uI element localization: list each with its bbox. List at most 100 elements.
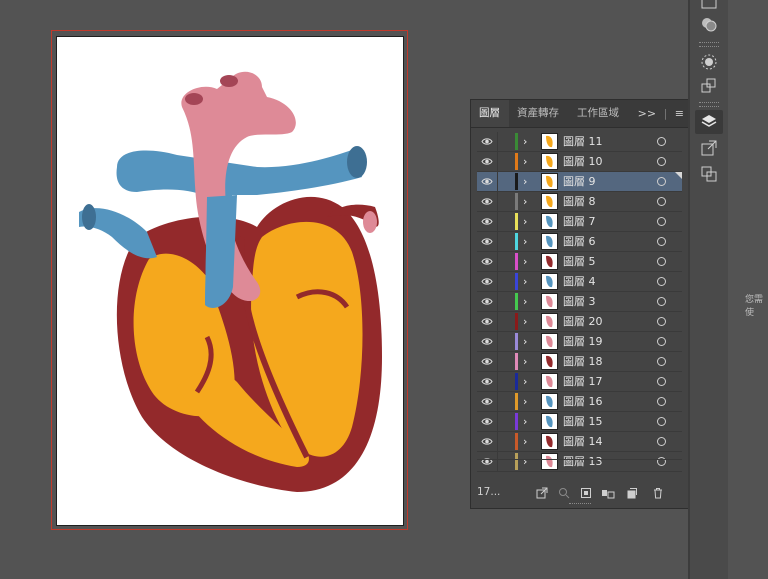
layer-row[interactable]: › 圖層 3	[477, 292, 682, 312]
layer-row[interactable]: › 圖層 15	[477, 412, 682, 432]
new-sublayer-icon[interactable]	[601, 486, 615, 500]
visibility-eye-icon[interactable]	[481, 196, 493, 207]
visibility-eye-icon[interactable]	[481, 236, 493, 247]
target-circle-icon[interactable]	[657, 417, 666, 426]
tab-asset-export[interactable]: 資產轉存	[509, 100, 569, 127]
layer-name[interactable]: 圖層 7	[563, 212, 596, 231]
locate-object-icon[interactable]	[557, 486, 571, 500]
lock-toggle[interactable]	[497, 372, 510, 391]
expand-chevron-icon[interactable]: ›	[523, 152, 527, 171]
layer-name[interactable]: 圖層 10	[563, 152, 603, 171]
layer-name[interactable]: 圖層 19	[563, 332, 603, 351]
visibility-eye-icon[interactable]	[481, 256, 493, 267]
layer-name[interactable]: 圖層 18	[563, 352, 603, 371]
dock-transform-icon[interactable]	[699, 76, 719, 96]
expand-chevron-icon[interactable]: ›	[523, 372, 527, 391]
visibility-eye-icon[interactable]	[481, 176, 493, 187]
target-circle-icon[interactable]	[657, 257, 666, 266]
visibility-eye-icon[interactable]	[481, 336, 493, 347]
target-circle-icon[interactable]	[657, 157, 666, 166]
panel-resize-grip[interactable]	[569, 503, 591, 507]
lock-toggle[interactable]	[497, 152, 510, 171]
lock-toggle[interactable]	[497, 132, 510, 151]
layer-name[interactable]: 圖層 5	[563, 252, 596, 271]
layer-row[interactable]: › 圖層 16	[477, 392, 682, 412]
expand-chevron-icon[interactable]: ›	[523, 272, 527, 291]
lock-toggle[interactable]	[497, 212, 510, 231]
layer-name[interactable]: 圖層 16	[563, 392, 603, 411]
layer-row[interactable]: › 圖層 9	[477, 172, 682, 192]
expand-chevron-icon[interactable]: ›	[523, 432, 527, 451]
visibility-eye-icon[interactable]	[481, 416, 493, 427]
lock-toggle[interactable]	[497, 292, 510, 311]
layer-row[interactable]: › 圖層 11	[477, 132, 682, 152]
expand-chevron-icon[interactable]: ›	[523, 192, 527, 211]
dock-export-icon[interactable]	[699, 138, 719, 158]
layer-row[interactable]: › 圖層 19	[477, 332, 682, 352]
lock-toggle[interactable]	[497, 332, 510, 351]
layer-row[interactable]: › 圖層 6	[477, 232, 682, 252]
lock-toggle[interactable]	[497, 392, 510, 411]
layer-row[interactable]: › 圖層 10	[477, 152, 682, 172]
layer-row[interactable]: › 圖層 20	[477, 312, 682, 332]
tab-layers[interactable]: 圖層	[471, 100, 509, 127]
target-circle-icon[interactable]	[657, 217, 666, 226]
clipping-mask-icon[interactable]	[579, 486, 593, 500]
layer-name[interactable]: 圖層 8	[563, 192, 596, 211]
visibility-eye-icon[interactable]	[481, 216, 493, 227]
layer-name[interactable]: 圖層 4	[563, 272, 596, 291]
lock-toggle[interactable]	[497, 432, 510, 451]
lock-toggle[interactable]	[497, 172, 510, 191]
visibility-eye-icon[interactable]	[481, 276, 493, 287]
target-circle-icon[interactable]	[657, 177, 666, 186]
layer-row[interactable]: › 圖層 4	[477, 272, 682, 292]
layer-name[interactable]: 圖層 9	[563, 172, 596, 191]
layer-row[interactable]: › 圖層 14	[477, 432, 682, 452]
lock-toggle[interactable]	[497, 352, 510, 371]
layer-row[interactable]: › 圖層 8	[477, 192, 682, 212]
expand-chevron-icon[interactable]: ›	[523, 292, 527, 311]
lock-toggle[interactable]	[497, 412, 510, 431]
dock-properties-icon[interactable]	[699, 0, 719, 14]
trash-icon[interactable]	[651, 486, 665, 500]
target-circle-icon[interactable]	[657, 437, 666, 446]
expand-chevron-icon[interactable]: ›	[523, 312, 527, 331]
visibility-eye-icon[interactable]	[481, 316, 493, 327]
target-circle-icon[interactable]	[657, 377, 666, 386]
layer-row[interactable]: › 圖層 17	[477, 372, 682, 392]
layer-name[interactable]: 圖層 14	[563, 432, 603, 451]
expand-chevron-icon[interactable]: ›	[523, 352, 527, 371]
layer-name[interactable]: 圖層 6	[563, 232, 596, 251]
export-icon[interactable]	[535, 486, 549, 500]
layer-row[interactable]: › 圖層 7	[477, 212, 682, 232]
lock-toggle[interactable]	[497, 312, 510, 331]
new-layer-icon[interactable]	[625, 486, 639, 500]
target-circle-icon[interactable]	[657, 357, 666, 366]
visibility-eye-icon[interactable]	[481, 296, 493, 307]
collapse-panel-button[interactable]: >>	[638, 107, 656, 120]
visibility-eye-icon[interactable]	[481, 356, 493, 367]
layer-name[interactable]: 圖層 17	[563, 372, 603, 391]
visibility-eye-icon[interactable]	[481, 396, 493, 407]
dock-brightness-icon[interactable]	[699, 52, 719, 72]
tab-artboards[interactable]: 工作區域	[569, 100, 633, 127]
visibility-eye-icon[interactable]	[481, 156, 493, 167]
lock-toggle[interactable]	[497, 192, 510, 211]
target-circle-icon[interactable]	[657, 317, 666, 326]
expand-chevron-icon[interactable]: ›	[523, 332, 527, 351]
layer-name[interactable]: 圖層 20	[563, 312, 603, 331]
visibility-eye-icon[interactable]	[481, 436, 493, 447]
target-circle-icon[interactable]	[657, 137, 666, 146]
expand-chevron-icon[interactable]: ›	[523, 212, 527, 231]
lock-toggle[interactable]	[497, 232, 510, 251]
expand-chevron-icon[interactable]: ›	[523, 392, 527, 411]
dock-artboards-icon[interactable]	[699, 164, 719, 184]
expand-chevron-icon[interactable]: ›	[523, 412, 527, 431]
expand-chevron-icon[interactable]: ›	[523, 232, 527, 251]
visibility-eye-icon[interactable]	[481, 136, 493, 147]
target-circle-icon[interactable]	[657, 277, 666, 286]
target-circle-icon[interactable]	[657, 197, 666, 206]
target-circle-icon[interactable]	[657, 237, 666, 246]
target-circle-icon[interactable]	[657, 337, 666, 346]
expand-chevron-icon[interactable]: ›	[523, 252, 527, 271]
